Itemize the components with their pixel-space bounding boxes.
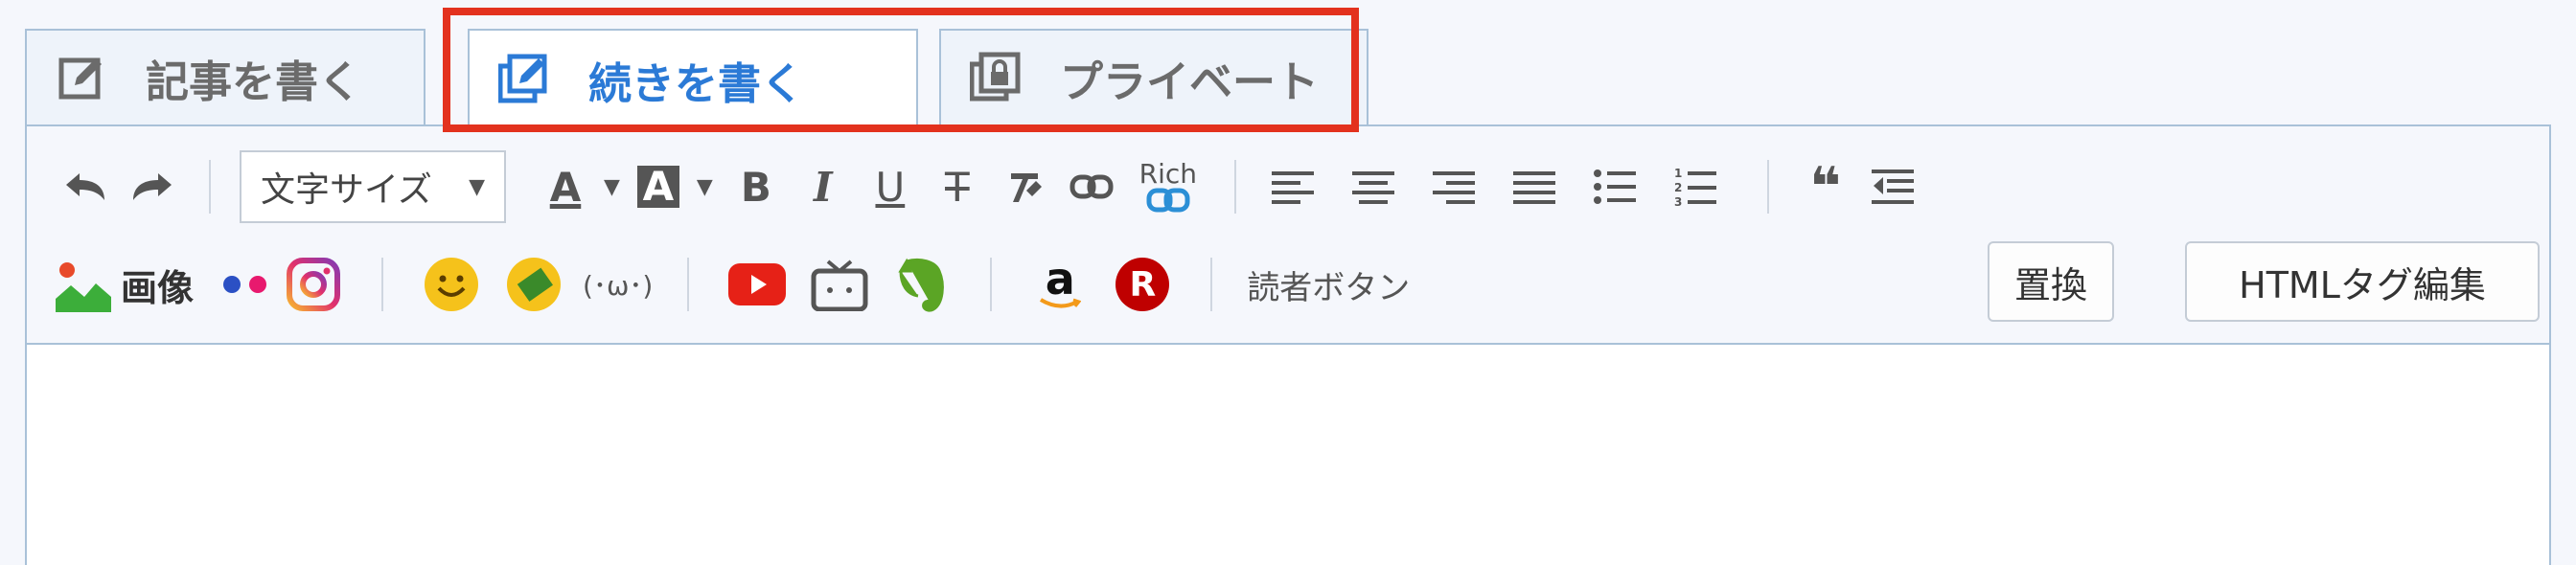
niconico-icon[interactable] (806, 251, 873, 318)
image-icon (56, 262, 111, 312)
amazon-logo: a (1045, 253, 1075, 305)
amazon-icon[interactable]: a (1026, 251, 1093, 318)
bullet-list-icon[interactable] (1581, 153, 1648, 220)
edit-continue-icon (496, 51, 554, 108)
rich-link-icon (1146, 188, 1190, 213)
align-center-icon[interactable] (1340, 153, 1407, 220)
toolbar-divider (1766, 160, 1769, 214)
tab-label: プライベート (1060, 56, 1320, 107)
youtube-icon[interactable] (724, 251, 791, 318)
tab-label: 続きを書く (588, 57, 805, 109)
background-color-icon: A (636, 166, 680, 208)
toolbar-divider (1233, 160, 1236, 214)
font-color-icon: A (549, 163, 582, 211)
chevron-down-icon[interactable]: ▼ (697, 175, 713, 199)
replace-button[interactable]: 置換 (1988, 241, 2114, 322)
stamp-icon[interactable] (500, 251, 567, 318)
undo-icon[interactable] (52, 153, 119, 220)
toolbar-row-insert: 画像 (･ω･) a R 読者ボタン 置換 HTMLタグ編集 (27, 241, 2549, 328)
background-color-button[interactable]: A (630, 153, 687, 220)
clear-format-icon[interactable] (991, 153, 1058, 220)
blockquote-button[interactable]: ❝ (1792, 153, 1859, 220)
editor-content[interactable] (27, 345, 2549, 565)
emoji-icon[interactable] (418, 251, 485, 318)
align-justify-icon[interactable] (1501, 153, 1568, 220)
rakuten-icon[interactable]: R (1109, 251, 1176, 318)
rakuten-logo: R (1116, 258, 1170, 311)
toolbar-divider (687, 258, 690, 311)
toolbar-divider (381, 258, 384, 311)
font-color-button[interactable]: A (527, 153, 604, 220)
image-button[interactable]: 画像 (56, 251, 194, 318)
editor-tabs: 記事を書く 続きを書く プライベート (25, 29, 2526, 128)
italic-button[interactable]: I (790, 153, 857, 220)
editor-area[interactable]: 文字サイズ ▼ A ▼ A ▼ B I U T Rich 1 2 3 ❝ 画像 … (25, 124, 2551, 565)
toolbar-divider (209, 160, 211, 214)
strikethrough-button[interactable]: T (924, 153, 991, 220)
reader-button[interactable]: 読者ボタン (1247, 261, 1410, 308)
tab-label: 記事を書く (146, 56, 362, 107)
redo-icon[interactable] (119, 153, 186, 220)
instagram-icon[interactable] (280, 251, 347, 318)
font-size-select[interactable]: 文字サイズ ▼ (240, 150, 506, 223)
tab-write-continuation[interactable]: 続きを書く (468, 29, 918, 128)
evernote-icon[interactable] (888, 251, 955, 318)
outdent-icon[interactable] (1859, 153, 1926, 220)
numbered-list-icon[interactable]: 123 (1662, 153, 1729, 220)
flickr-icon[interactable] (213, 251, 280, 318)
toolbar-row-formatting: 文字サイズ ▼ A ▼ A ▼ B I U T Rich 1 2 3 ❝ (27, 144, 1926, 230)
kaomoji-button[interactable]: (･ω･) (583, 251, 653, 318)
link-icon[interactable] (1058, 153, 1125, 220)
edit-icon (54, 49, 111, 106)
font-size-select-label: 文字サイズ (261, 170, 432, 210)
align-left-icon[interactable] (1259, 153, 1326, 220)
toolbar-divider (1210, 258, 1213, 311)
toolbar-divider (990, 258, 993, 311)
image-button-label: 画像 (121, 266, 195, 309)
svg-text:3: 3 (1674, 195, 1682, 208)
private-lock-icon (968, 49, 1025, 106)
editor-toolbar: 文字サイズ ▼ A ▼ A ▼ B I U T Rich 1 2 3 ❝ 画像 … (27, 126, 2549, 345)
chevron-down-icon: ▼ (469, 174, 485, 199)
underline-button[interactable]: U (857, 153, 924, 220)
bold-button[interactable]: B (723, 153, 790, 220)
tab-write-article[interactable]: 記事を書く (25, 29, 426, 124)
align-right-icon[interactable] (1420, 153, 1487, 220)
svg-text:1: 1 (1674, 167, 1682, 180)
rich-link-label: Rich (1138, 158, 1198, 190)
html-edit-button[interactable]: HTMLタグ編集 (2185, 241, 2540, 322)
chevron-down-icon[interactable]: ▼ (604, 175, 620, 199)
rich-link-button[interactable]: Rich (1125, 153, 1211, 220)
tab-private[interactable]: プライベート (939, 29, 1368, 124)
svg-text:2: 2 (1674, 181, 1682, 194)
